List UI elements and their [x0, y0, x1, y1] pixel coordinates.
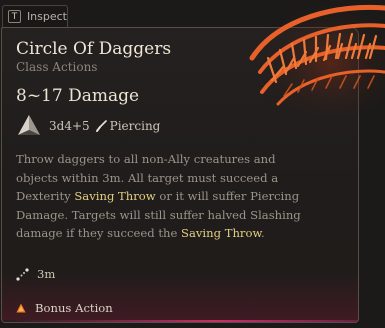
- range-value: 3m: [37, 267, 56, 281]
- saving-throw-link[interactable]: Saving Throw: [74, 189, 155, 203]
- panel-bottom-border: [2, 320, 358, 322]
- range-row: 3m: [16, 267, 55, 281]
- spell-category: Class Actions: [16, 60, 98, 74]
- keybind-badge: T: [8, 10, 21, 23]
- dagger-icon: [95, 120, 107, 132]
- inspect-label: Inspect: [26, 10, 67, 23]
- action-cost-row: Bonus Action: [16, 301, 113, 315]
- saving-throw-link[interactable]: Saving Throw: [181, 226, 261, 240]
- inspect-tab[interactable]: T Inspect: [2, 5, 68, 27]
- spell-description: Throw daggers to all non-Ally creatures …: [16, 150, 316, 243]
- dice-value: 3d4+5: [49, 119, 90, 133]
- dice-row: 3d4+5 Piercing: [16, 113, 160, 139]
- spell-art-icon: [248, 0, 385, 115]
- d4-die-icon: [18, 115, 40, 135]
- triangle-bonus-action-icon: [16, 303, 26, 313]
- damage-range: 8~17 Damage: [16, 86, 140, 106]
- spell-title: Circle Of Daggers: [16, 39, 172, 59]
- description-text: .: [261, 226, 265, 241]
- range-line-icon: [16, 267, 29, 281]
- action-cost-label: Bonus Action: [35, 301, 113, 315]
- damage-type: Piercing: [109, 119, 161, 133]
